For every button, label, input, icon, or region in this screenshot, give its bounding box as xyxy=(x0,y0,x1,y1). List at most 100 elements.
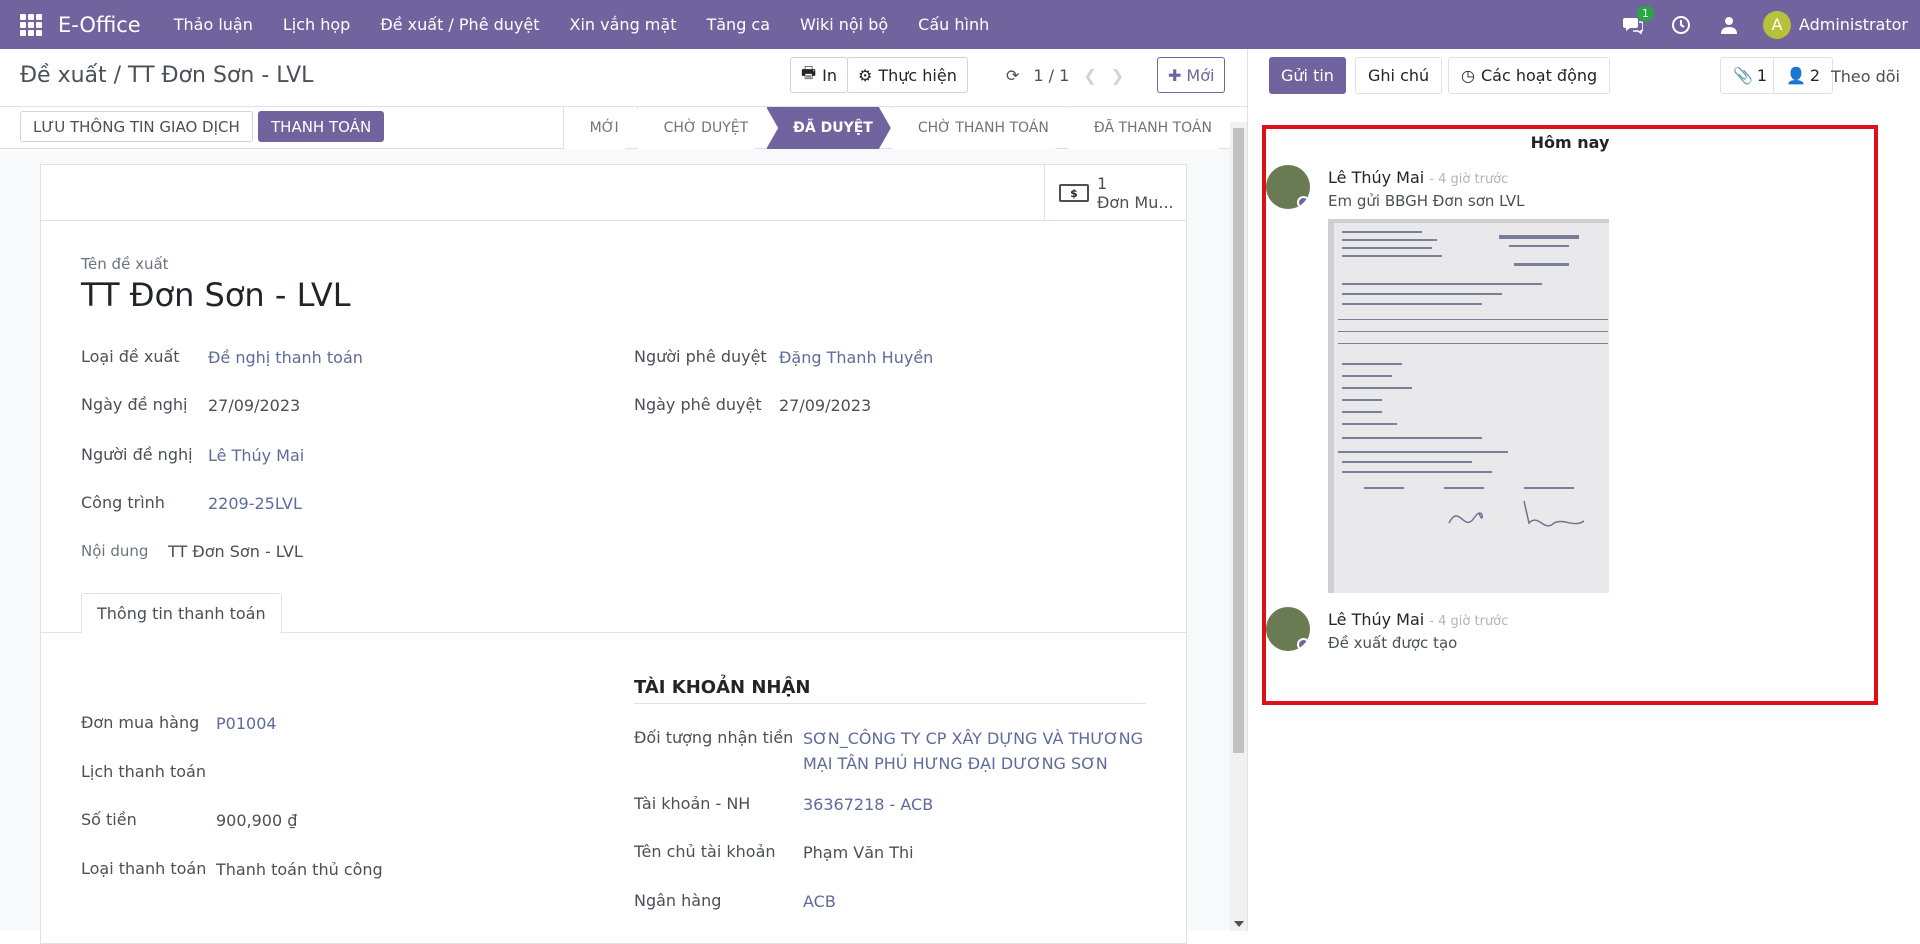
date-separator: Hôm nay xyxy=(1530,133,1610,152)
proposal-title[interactable]: TT Đơn Sơn - LVL xyxy=(81,276,351,314)
printer-icon: 🖶 xyxy=(801,62,817,82)
stage-cho-duyet[interactable]: CHỜ DUYỆT xyxy=(637,107,767,149)
action-button[interactable]: ⚙ Thực hiện xyxy=(847,57,968,93)
recipient-line1[interactable]: SƠN_CÔNG TY CP XÂY DỰNG VÀ THƯƠNG xyxy=(803,729,1143,748)
app-brand[interactable]: E-Office xyxy=(58,13,141,37)
account-label: Tài khoản - NH xyxy=(634,794,751,813)
po-value[interactable]: P01004 xyxy=(216,714,277,733)
tab-payment-info[interactable]: Thông tin thanh toán xyxy=(81,593,282,634)
payment-button[interactable]: THANH TOÁN xyxy=(258,111,385,142)
message-time: - 4 giờ trước xyxy=(1429,614,1509,629)
attachments-count: 1 xyxy=(1756,66,1768,85)
attachments-button[interactable]: 📎 1 xyxy=(1720,57,1781,94)
log-note-button[interactable]: Ghi chú xyxy=(1355,57,1443,94)
stage-moi[interactable]: MỚI xyxy=(563,107,637,149)
stage-pipeline: MỚI CHỜ DUYỆT ĐÃ DUYỆT CHỜ THANH TOÁN ĐÃ… xyxy=(563,107,1230,149)
project-label: Công trình xyxy=(81,493,165,512)
menu-cau-hinh[interactable]: Cấu hình xyxy=(918,15,989,34)
attachment-image[interactable] xyxy=(1328,219,1609,593)
print-label: In xyxy=(822,65,837,85)
menu-tang-ca[interactable]: Tăng ca xyxy=(706,15,770,34)
control-panel: Đề xuất / TT Đơn Sơn - LVL 🖶 In ⚙ Thực hiệ… xyxy=(0,49,1247,107)
message-author[interactable]: Lê Thúy Mai - 4 giờ trước xyxy=(1328,610,1508,629)
account-value[interactable]: 36367218 - ACB xyxy=(803,795,933,814)
button-box: $ 1 Đơn Mu... xyxy=(41,165,1186,221)
bank-value[interactable]: ACB xyxy=(803,892,836,911)
form-scrollbar[interactable] xyxy=(1230,122,1247,931)
next-icon[interactable]: ❯ xyxy=(1111,66,1124,85)
menu-de-xuat[interactable]: Đề xuất / Phê duyệt xyxy=(380,15,539,34)
print-button[interactable]: 🖶 In xyxy=(790,57,848,93)
author-avatar[interactable] xyxy=(1266,607,1310,651)
approver-value[interactable]: Đặng Thanh Huyền xyxy=(779,348,933,367)
date-label: Ngày đề nghị xyxy=(81,395,188,414)
refresh-icon[interactable]: ⟳ xyxy=(1006,66,1019,85)
clock-icon[interactable] xyxy=(1670,14,1692,36)
menu-lich-hop[interactable]: Lịch họp xyxy=(283,15,350,34)
chat-icon[interactable]: 1 xyxy=(1622,5,1654,36)
pay-type-value[interactable]: Thanh toán thủ công xyxy=(216,860,383,879)
breadcrumb[interactable]: Đề xuất / TT Đơn Sơn - LVL xyxy=(20,63,313,88)
smart-button-label: Đơn Mu... xyxy=(1097,193,1174,212)
author-name: Lê Thúy Mai xyxy=(1328,168,1425,187)
menu-wiki[interactable]: Wiki nội bộ xyxy=(800,15,888,34)
content-value[interactable]: TT Đơn Sơn - LVL xyxy=(168,542,303,561)
message-author[interactable]: Lê Thúy Mai - 4 giờ trước xyxy=(1328,168,1508,187)
scroll-thumb[interactable] xyxy=(1233,128,1244,753)
stage-cho-thanh-toan[interactable]: CHỜ THANH TOÁN xyxy=(891,107,1067,149)
holder-value[interactable]: Phạm Văn Thi xyxy=(803,843,914,862)
activities-label: Các hoạt động xyxy=(1480,66,1598,85)
menu-thao-luan[interactable]: Thảo luận xyxy=(174,15,253,34)
scroll-down-icon[interactable] xyxy=(1234,921,1244,927)
section-divider xyxy=(634,703,1146,704)
new-button[interactable]: ✚ Mới xyxy=(1157,57,1226,93)
author-avatar[interactable] xyxy=(1266,165,1310,209)
action-label: Thực hiện xyxy=(878,65,957,85)
content-label: Nội dung xyxy=(81,542,149,560)
paperclip-icon: 📎 xyxy=(1733,66,1753,85)
person-icon: 👤 xyxy=(1786,66,1806,85)
po-label: Đơn mua hàng xyxy=(81,713,200,732)
recipient-label: Đối tượng nhận tiền xyxy=(634,728,794,747)
project-value[interactable]: 2209-25LVL xyxy=(208,494,302,513)
approve-date-value[interactable]: 27/09/2023 xyxy=(779,396,871,415)
top-navbar: E-Office Thảo luận Lịch họp Đề xuất / Ph… xyxy=(0,0,1920,49)
stage-da-duyet[interactable]: ĐÃ DUYỆT xyxy=(766,107,891,149)
bank-label: Ngân hàng xyxy=(634,891,722,910)
amount-label: Số tiền xyxy=(81,810,137,829)
online-status-dot xyxy=(1297,638,1310,651)
requester-value[interactable]: Lê Thúy Mai xyxy=(208,446,304,465)
author-name: Lê Thúy Mai xyxy=(1328,610,1425,629)
pay-type-label: Loại thanh toán xyxy=(81,859,207,878)
user-avatar[interactable]: A xyxy=(1762,10,1791,39)
message-body: Em gửi BBGH Đơn sơn LVL xyxy=(1328,192,1525,210)
online-status-dot xyxy=(1297,196,1310,209)
previous-icon[interactable]: ❮ xyxy=(1083,66,1096,85)
send-message-button[interactable]: Gửi tin xyxy=(1269,57,1346,94)
pager: ⟳ 1 / 1 ❮ ❯ xyxy=(1006,66,1124,85)
follow-button[interactable]: Theo dõi xyxy=(1831,67,1900,86)
user-icon[interactable] xyxy=(1718,14,1740,36)
save-transaction-button[interactable]: LƯU THÔNG TIN GIAO DỊCH xyxy=(20,111,253,142)
receive-account-section: TÀI KHOẢN NHẬN xyxy=(634,677,811,698)
type-value[interactable]: Đề nghị thanh toán xyxy=(208,348,363,367)
recipient-line2[interactable]: MẠI TÂN PHÚ HƯNG ĐẠI DƯƠNG SƠN xyxy=(803,754,1108,773)
message-body: Đề xuất được tạo xyxy=(1328,634,1458,652)
user-name[interactable]: Administrator xyxy=(1799,15,1908,34)
followers-button[interactable]: 👤 2 xyxy=(1773,57,1834,94)
schedule-label: Lịch thanh toán xyxy=(81,762,206,781)
delivery-note-image xyxy=(1334,223,1609,593)
apps-menu-icon[interactable] xyxy=(20,13,42,36)
activities-button[interactable]: ◷ Các hoạt động xyxy=(1448,57,1611,94)
type-label: Loại đề xuất xyxy=(81,347,180,366)
stage-da-thanh-toan[interactable]: ĐÃ THANH TOÁN xyxy=(1067,107,1230,149)
pager-value[interactable]: 1 / 1 xyxy=(1033,66,1069,85)
date-value[interactable]: 27/09/2023 xyxy=(208,396,300,415)
gear-icon: ⚙ xyxy=(858,65,873,85)
amount-value[interactable]: 900,900 ₫ xyxy=(216,811,297,830)
menu-xin-vang-mat[interactable]: Xin vắng mặt xyxy=(570,15,677,34)
chat-badge: 1 xyxy=(1636,5,1654,21)
chatter-panel: Gửi tin Ghi chú ◷ Các hoạt động 📎 1 👤 2 … xyxy=(1247,49,1920,931)
clock-icon: ◷ xyxy=(1461,66,1475,85)
purchase-order-smart-button[interactable]: $ 1 Đơn Mu... xyxy=(1044,165,1186,221)
